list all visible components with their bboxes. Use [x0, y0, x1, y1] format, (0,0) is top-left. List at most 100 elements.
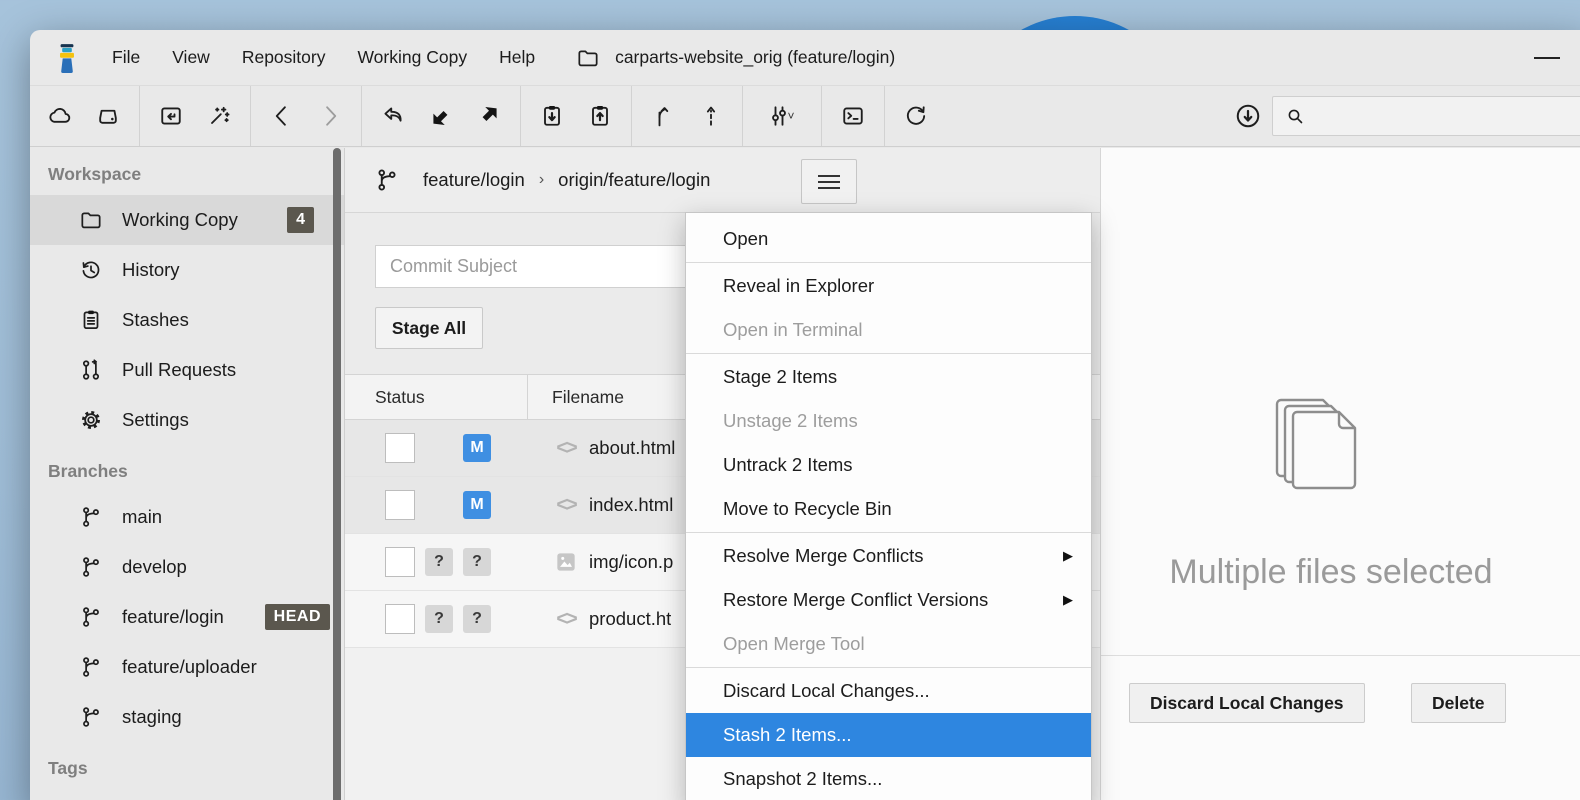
menu-item-snapshot-2-items[interactable]: Snapshot 2 Items... [686, 757, 1091, 800]
toolbar-separator [520, 86, 521, 146]
quick-actions-button[interactable] [195, 91, 243, 141]
sidebar-item-settings[interactable]: Settings [30, 395, 344, 445]
discard-local-changes-button[interactable]: Discard Local Changes [1129, 683, 1365, 723]
download-circle-icon [1233, 101, 1263, 131]
branch-icon [78, 704, 104, 730]
stage-checkbox[interactable] [385, 547, 415, 577]
create-branch-button[interactable] [639, 91, 687, 141]
forward-button[interactable] [306, 91, 354, 141]
menu-item-move-to-recycle-bin[interactable]: Move to Recycle Bin [686, 487, 1091, 531]
toolbar-separator [250, 86, 251, 146]
menu-item-resolve-merge-conflicts[interactable]: Resolve Merge Conflicts ▶ [686, 534, 1091, 578]
history-clock-icon [78, 257, 104, 283]
multiple-files-icon [1251, 386, 1371, 506]
stage-checkbox[interactable] [385, 433, 415, 463]
menu-item-stash-2-items[interactable]: Stash 2 Items... [686, 713, 1091, 757]
sidebar-item-branch-main[interactable]: main [30, 492, 344, 542]
sidebar-item-stashes[interactable]: Stashes [30, 295, 344, 345]
open-folder-icon [157, 102, 185, 130]
breadcrumb-remote-branch[interactable]: origin/feature/login [558, 169, 710, 191]
menu-item-unstage-2-items: Unstage 2 Items [686, 399, 1091, 443]
sidebar-item-branch-feature-uploader[interactable]: feature/uploader [30, 642, 344, 692]
local-repos-button[interactable] [84, 91, 132, 141]
toolbar: ˅ [30, 85, 1580, 147]
sidebar-item-label: Working Copy [122, 209, 238, 231]
menu-item-reveal-in-explorer[interactable]: Reveal in Explorer [686, 264, 1091, 308]
fetch-all-button[interactable] [1224, 91, 1272, 141]
branch-menu-button[interactable] [801, 159, 857, 204]
sidebar-item-branch-develop[interactable]: develop [30, 542, 344, 592]
branch-icon [373, 166, 401, 194]
branch-label: feature/uploader [122, 656, 257, 678]
menu-item-restore-merge-conflict-versions[interactable]: Restore Merge Conflict Versions ▶ [686, 578, 1091, 622]
unstaged-status-badge: ? [463, 548, 491, 576]
toolbar-separator [139, 86, 140, 146]
column-header-status[interactable]: Status [375, 387, 425, 408]
terminal-icon [839, 102, 867, 130]
submenu-arrow-icon: ▶ [1063, 592, 1073, 608]
menu-item-untrack-2-items[interactable]: Untrack 2 Items [686, 443, 1091, 487]
branch-label: feature/login [122, 606, 224, 628]
terminal-button[interactable] [829, 91, 877, 141]
branch-label: staging [122, 706, 182, 728]
unstaged-status-badge: M [463, 491, 491, 519]
cloud-button[interactable] [36, 91, 84, 141]
minimize-icon [1534, 57, 1560, 60]
git-flow-button[interactable]: ˅ [750, 91, 814, 141]
menu-repository[interactable]: Repository [230, 41, 338, 74]
sidebar-item-working-copy[interactable]: Working Copy 4 [30, 195, 344, 245]
breadcrumb-local-branch[interactable]: feature/login [423, 169, 525, 191]
toolbar-separator [631, 86, 632, 146]
breadcrumb-separator: › [539, 171, 544, 189]
push-button[interactable] [465, 91, 513, 141]
rebase-button[interactable] [687, 91, 735, 141]
stage-checkbox[interactable] [385, 604, 415, 634]
sidebar-item-history[interactable]: History [30, 245, 344, 295]
unstaged-status-badge: ? [463, 605, 491, 633]
dashed-up-arrow-icon [697, 102, 725, 130]
menu-working-copy[interactable]: Working Copy [345, 41, 479, 74]
sidebar-item-label: Pull Requests [122, 359, 236, 381]
branch-label: main [122, 506, 162, 528]
branch-icon [78, 654, 104, 680]
menu-bar: File View Repository Working Copy Help [100, 41, 547, 74]
minimize-button[interactable] [1534, 54, 1562, 62]
context-menu: Open Reveal in Explorer Open in Terminal… [685, 212, 1092, 800]
fetch-button[interactable] [369, 91, 417, 141]
staged-status-badge: ? [425, 548, 453, 576]
column-header-filename[interactable]: Filename [552, 387, 624, 408]
back-button[interactable] [258, 91, 306, 141]
toolbar-separator [742, 86, 743, 146]
open-repo-button[interactable] [147, 91, 195, 141]
folder-icon [575, 45, 601, 71]
code-file-icon: <> [556, 494, 575, 517]
menu-item-open[interactable]: Open [686, 217, 1091, 261]
menu-item-discard-local-changes[interactable]: Discard Local Changes... [686, 669, 1091, 713]
search-icon [1283, 104, 1307, 128]
staged-status-badge: ? [425, 605, 453, 633]
delete-button[interactable]: Delete [1411, 683, 1506, 723]
title-bar: File View Repository Working Copy Help c… [30, 30, 1580, 85]
apply-stash-button[interactable] [576, 91, 624, 141]
menu-view[interactable]: View [160, 41, 222, 74]
stage-all-button[interactable]: Stage All [375, 307, 483, 349]
sidebar-scrollbar[interactable] [333, 148, 341, 800]
sidebar-item-pull-requests[interactable]: Pull Requests [30, 345, 344, 395]
menu-separator [686, 667, 1091, 668]
search-input[interactable] [1307, 107, 1577, 125]
sidebar-item-branch-feature-login[interactable]: feature/login HEAD [30, 592, 344, 642]
filename: index.html [589, 494, 673, 516]
pull-button[interactable] [417, 91, 465, 141]
menu-help[interactable]: Help [487, 41, 547, 74]
sidebar-header-branches: Branches [30, 445, 344, 492]
clipboard-up-icon [586, 102, 614, 130]
forward-chevron-icon [316, 102, 344, 130]
menu-file[interactable]: File [100, 41, 152, 74]
stage-checkbox[interactable] [385, 490, 415, 520]
window-title-text: carparts-website_orig (feature/login) [615, 47, 895, 68]
sidebar-item-branch-staging[interactable]: staging [30, 692, 344, 742]
sidebar-item-label: Settings [122, 409, 189, 431]
menu-item-stage-2-items[interactable]: Stage 2 Items [686, 355, 1091, 399]
stash-button[interactable] [528, 91, 576, 141]
refresh-button[interactable] [892, 91, 940, 141]
